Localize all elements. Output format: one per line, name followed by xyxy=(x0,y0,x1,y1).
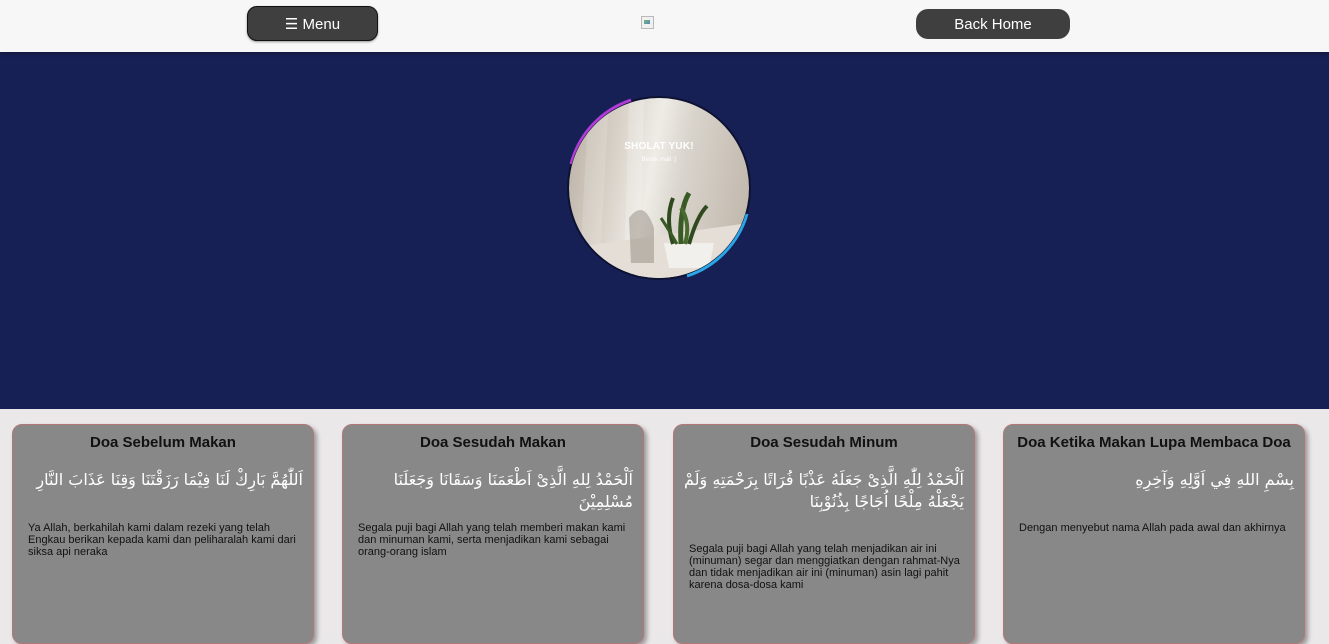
card-arabic-text: اَلْحَمْدُ لِلهِ الَّذِىْ اَطْعَمَنَا وَ… xyxy=(393,470,633,511)
menu-button[interactable]: ☰ Menu xyxy=(247,6,378,41)
card-translation: Dengan menyebut nama Allah pada awal dan… xyxy=(1019,522,1286,534)
doa-card: Doa Ketika Makan Lupa Membaca Doa بِسْمِ… xyxy=(1003,424,1305,644)
card-translation: Segala puji bagi Allah yang telah menjad… xyxy=(689,543,960,591)
card-translation: Ya Allah, berkahilah kami dalam rezeki y… xyxy=(28,522,296,558)
back-home-button[interactable]: Back Home xyxy=(916,9,1070,39)
story-photo: SHOLAT YUK! Besok mati :) xyxy=(569,98,749,278)
card-translation: Segala puji bagi Allah yang telah member… xyxy=(358,522,626,558)
top-navbar: ☰ Menu Back Home xyxy=(0,0,1329,52)
card-arabic-text: اَللّٰهُمَّ بَارِكْ لَنَا فِيْمَا رَزَقْ… xyxy=(36,470,303,489)
card-title: Doa Ketika Makan Lupa Membaca Doa xyxy=(1017,434,1291,451)
card-title: Doa Sesudah Makan xyxy=(420,434,566,451)
back-home-label: Back Home xyxy=(954,15,1032,33)
card-arabic-text: اَلْحَمْدُ لِلّٰهِ الَّذِىْ جَعَلَهُ عَذ… xyxy=(684,470,964,511)
broken-image-icon[interactable] xyxy=(641,16,654,29)
card-arabic-text: بِسْمِ اللهِ فِي اَوَّلِهِ وَآخِرِهِ xyxy=(1135,470,1294,489)
menu-button-label: ☰ Menu xyxy=(284,15,341,33)
doa-card: Doa Sebelum Makan اَللّٰهُمَّ بَارِكْ لَ… xyxy=(12,424,314,644)
doa-card: Doa Sesudah Minum اَلْحَمْدُ لِلّٰهِ الَ… xyxy=(673,424,975,644)
story-title: SHOLAT YUK! xyxy=(624,141,694,152)
card-title: Doa Sebelum Makan xyxy=(90,434,236,451)
story-subtitle: Besok mati :) xyxy=(641,157,677,163)
card-title: Doa Sesudah Minum xyxy=(750,434,898,451)
doa-card: Doa Sesudah Makan اَلْحَمْدُ لِلهِ الَّذ… xyxy=(342,424,644,644)
story-avatar[interactable]: SHOLAT YUK! Besok mati :) xyxy=(565,94,753,282)
